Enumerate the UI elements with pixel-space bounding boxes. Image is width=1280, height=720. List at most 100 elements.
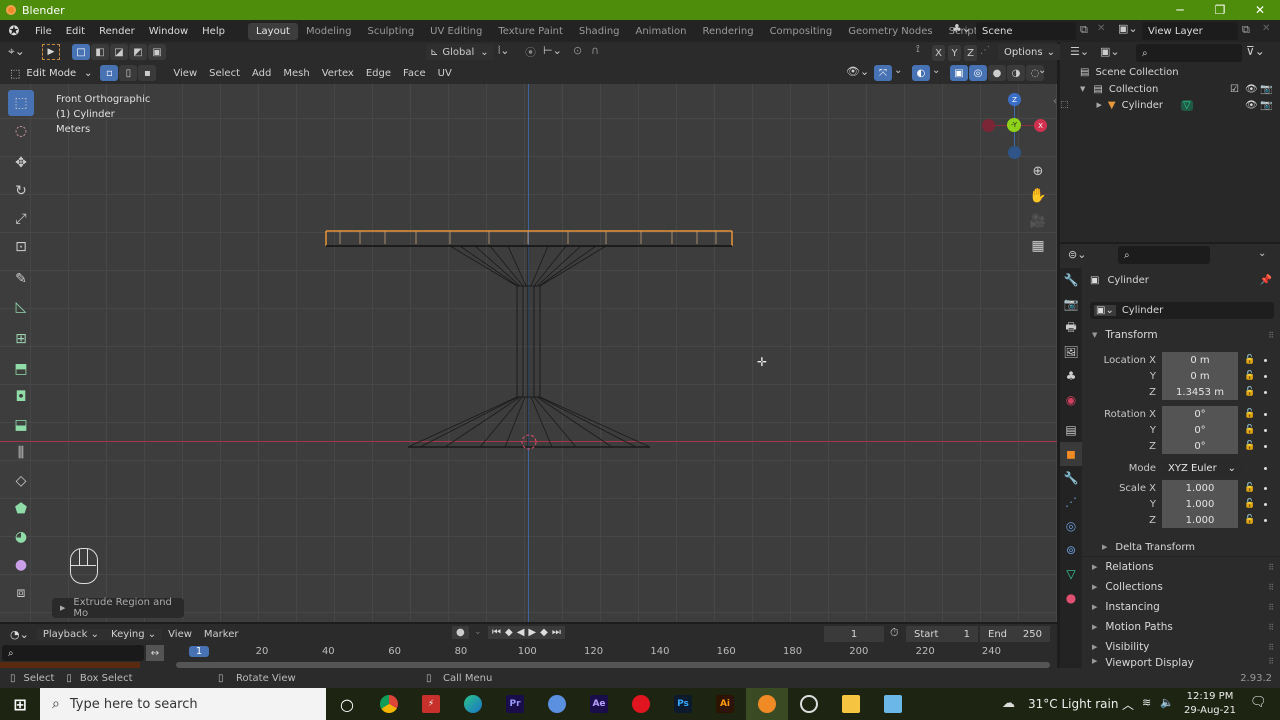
location-x-field[interactable]: 0 m — [1162, 352, 1238, 368]
menu-face[interactable]: Face — [397, 68, 432, 79]
clock[interactable]: 12:19 PM 29-Aug-21 — [1180, 690, 1240, 718]
select-new-icon[interactable]: □ — [72, 44, 90, 60]
transform-orientation-dropdown[interactable]: ⊾ Global ⌄ — [426, 44, 493, 60]
overlays-toggle-icon[interactable]: ◐ — [912, 65, 930, 81]
illustrator-icon[interactable]: Ai — [704, 688, 746, 720]
mirror-icon[interactable]: ⟟ — [916, 44, 920, 55]
gizmo-neg-x-axis[interactable] — [982, 119, 995, 132]
gizmo-x-axis[interactable]: X — [1034, 119, 1047, 132]
eye-icon[interactable]: 👁 — [1245, 100, 1258, 111]
outliner-row-scene-collection[interactable]: ▤ Scene Collection — [1060, 64, 1280, 80]
menu-vertex[interactable]: Vertex — [316, 68, 360, 79]
transform-tool-icon[interactable]: ⊡ — [8, 234, 34, 260]
file-explorer-icon[interactable] — [830, 688, 872, 720]
keyframe-dot-icon[interactable] — [1264, 502, 1267, 506]
axis-z-toggle[interactable]: Z — [964, 45, 977, 61]
extrude-region-tool-icon[interactable]: ⬒ — [8, 356, 34, 382]
menu-add[interactable]: Add — [246, 68, 277, 79]
xray-toggle-icon[interactable]: ▣ — [950, 65, 968, 81]
select-tool-icon[interactable]: ▶ — [42, 44, 60, 60]
new-view-layer-icon[interactable]: ⧉ — [1242, 23, 1250, 37]
drag-grip-icon[interactable]: ⠿ — [1268, 603, 1274, 612]
playback-menu[interactable]: Playback ⌄ — [36, 628, 106, 640]
drag-grip-icon[interactable]: ⠿ — [1268, 331, 1274, 340]
bevel-tool-icon[interactable]: ⬓ — [8, 412, 34, 438]
tab-uv-editing[interactable]: UV Editing — [422, 23, 490, 40]
filter-icon[interactable]: ⊽⌄ — [1246, 44, 1265, 58]
menu-mesh[interactable]: Mesh — [277, 68, 315, 79]
scale-z-field[interactable]: 1.000 — [1162, 512, 1238, 528]
knife-tool-icon[interactable]: ◇ — [8, 468, 34, 494]
proportional-edit-icon[interactable]: ⊙ — [573, 44, 582, 57]
blender-taskbar-icon[interactable] — [746, 688, 788, 720]
obs-icon[interactable] — [788, 688, 830, 720]
record-icon[interactable]: ● — [452, 626, 469, 639]
after-effects-icon[interactable]: Ae — [578, 688, 620, 720]
object-icon[interactable]: ▣⌄ — [1094, 305, 1116, 316]
modifier-tab-icon[interactable]: 🔧 — [1060, 466, 1082, 490]
blender-menu-icon[interactable]: ✪ — [0, 24, 28, 39]
delta-transform-subpanel[interactable]: ▶ Delta Transform — [1098, 537, 1280, 557]
view-layer-icon[interactable]: ▣⌄ — [1118, 22, 1138, 35]
scene-field[interactable]: Scene — [976, 22, 1076, 40]
snap-target-icon[interactable]: ⊢⌄ — [543, 44, 562, 57]
timeline-marker-menu[interactable]: Marker — [198, 629, 245, 640]
camera-icon[interactable]: 📷 — [1260, 84, 1272, 95]
current-frame-marker[interactable]: 1 — [189, 646, 209, 657]
poly-build-tool-icon[interactable]: ⬟ — [8, 496, 34, 522]
collection-tab-icon[interactable]: ▤ — [1060, 418, 1082, 442]
options-dropdown[interactable]: Options ⌄ — [998, 44, 1061, 60]
drag-grip-icon[interactable]: ⠿ — [1268, 563, 1274, 572]
jump-start-icon[interactable]: ⏮ — [492, 627, 501, 638]
snap-icon[interactable]: ⦿ — [525, 44, 536, 60]
lock-icon[interactable]: 🔓 — [1244, 355, 1255, 365]
drag-grip-icon[interactable]: ⠿ — [1268, 623, 1274, 632]
editor-type-icon[interactable]: ⌖⌄ — [8, 44, 25, 59]
particles-tab-icon[interactable]: ⋰ — [1060, 490, 1082, 514]
keying-menu[interactable]: Keying ⌄ — [105, 628, 163, 640]
select-subtract-icon[interactable]: ◪ — [110, 44, 128, 60]
expand-triangle-icon[interactable]: ▼ — [1080, 85, 1085, 93]
gizmo-z-axis[interactable]: Z — [1008, 93, 1021, 106]
gizmo-toggle-icon[interactable]: ⤧ — [874, 65, 892, 81]
tab-texture-paint[interactable]: Texture Paint — [490, 23, 571, 40]
view-layer-tab-icon[interactable]: 🖼 — [1060, 340, 1082, 364]
select-box-tool-icon[interactable]: ⬚ — [8, 90, 34, 116]
pan-hand-icon[interactable]: ✋ — [1025, 183, 1051, 209]
cursor-tool-icon[interactable]: ◌ — [8, 118, 34, 144]
mesh-data-icon[interactable]: ▽ — [1181, 99, 1193, 111]
tab-layout[interactable]: Layout — [247, 22, 298, 40]
rotation-x-field[interactable]: 0° — [1162, 406, 1238, 422]
end-frame-field[interactable]: End 250 — [980, 626, 1050, 642]
play-reverse-icon[interactable]: ◀ — [517, 627, 525, 638]
properties-editor-icon[interactable]: ⊜⌄ — [1068, 248, 1086, 261]
delete-scene-icon[interactable]: ✕ — [1097, 23, 1105, 34]
outliner-row-collection[interactable]: ▼ ▤ Collection ☑ 👁 📷 — [1060, 81, 1280, 97]
prev-keyframe-icon[interactable]: ◆ — [505, 627, 513, 638]
rotate-tool-icon[interactable]: ↻ — [8, 178, 34, 204]
chevron-down-icon[interactable]: ⌄ — [474, 627, 482, 637]
lock-icon[interactable]: 🔓 — [1244, 499, 1255, 509]
smooth-tool-icon[interactable]: ● — [8, 552, 34, 578]
object-tab-icon[interactable]: ◼ — [1060, 442, 1082, 466]
add-cube-tool-icon[interactable]: ⊞ — [8, 326, 34, 352]
location-y-field[interactable]: 0 m — [1162, 368, 1238, 384]
frame-ruler[interactable]: 1 20 40 60 80 100 120 140 160 180 200 220 240 — [0, 644, 1057, 662]
inset-faces-tool-icon[interactable]: ◘ — [8, 384, 34, 410]
navigation-gizmo[interactable]: Z -Y X — [982, 92, 1057, 159]
relations-panel-header[interactable]: ▶ Relations ⠿ — [1088, 557, 1278, 577]
menu-edge[interactable]: Edge — [360, 68, 397, 79]
new-scene-icon[interactable]: ⧉ — [1080, 23, 1088, 37]
loop-cut-tool-icon[interactable]: ⫼ — [8, 440, 34, 466]
play-icon[interactable]: ▶ — [528, 627, 536, 638]
lock-icon[interactable]: 🔓 — [1244, 371, 1255, 381]
chromium-icon[interactable] — [536, 688, 578, 720]
outliner-row-cylinder[interactable]: ⬚ ▶ ▼ Cylinder ▽ 👁 📷 — [1060, 97, 1280, 113]
edge-icon[interactable] — [452, 688, 494, 720]
expand-triangle-icon[interactable]: ▶ — [1097, 101, 1102, 109]
menu-select[interactable]: Select — [203, 68, 246, 79]
tab-geometry-nodes[interactable]: Geometry Nodes — [840, 23, 940, 40]
current-frame-field[interactable]: 1 — [824, 626, 884, 642]
scene-icon[interactable]: ♣⌄ — [952, 22, 971, 35]
timeline[interactable]: ⌕ ↔ 1 20 40 60 80 100 120 140 160 180 200 220 240 — [0, 644, 1057, 668]
